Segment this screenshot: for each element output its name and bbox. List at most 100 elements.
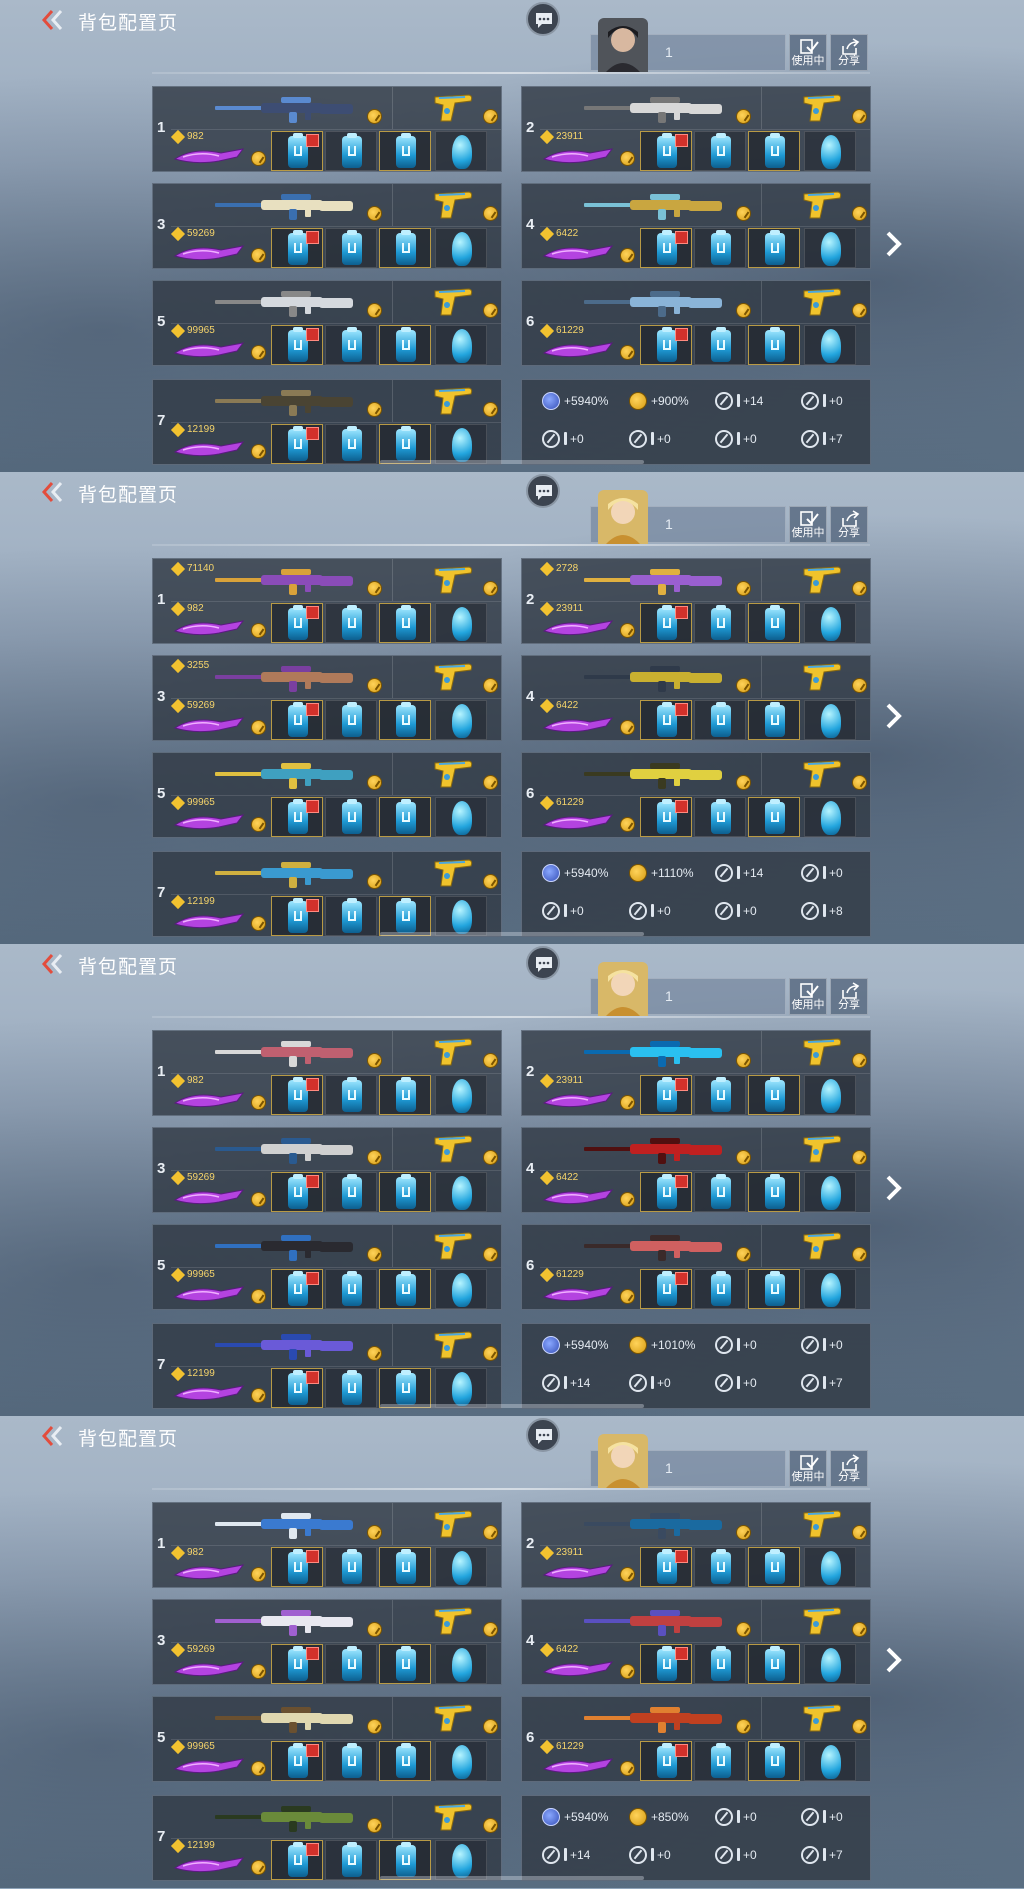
- item-slot-4[interactable]: [435, 1741, 487, 1781]
- primary-weapon[interactable]: [580, 1231, 730, 1263]
- item-slot-4[interactable]: [804, 797, 856, 837]
- item-slot-2[interactable]: [325, 228, 377, 268]
- item-slot-4[interactable]: [804, 1075, 856, 1115]
- item-slot-1[interactable]: [640, 1547, 692, 1587]
- item-slot-4[interactable]: [435, 896, 487, 936]
- item-slot-3[interactable]: [748, 1269, 800, 1309]
- primary-weapon[interactable]: [211, 287, 361, 319]
- item-slot-1[interactable]: [271, 1075, 323, 1115]
- item-slot-1[interactable]: [640, 1075, 692, 1115]
- primary-weapon[interactable]: [211, 1606, 361, 1638]
- item-slot-3[interactable]: [748, 1741, 800, 1781]
- secondary-weapon[interactable]: [800, 660, 844, 694]
- item-slot-2[interactable]: [325, 603, 377, 643]
- loadout-card-5[interactable]: 5 99965: [152, 280, 502, 366]
- secondary-weapon[interactable]: [800, 91, 844, 125]
- item-slot-3[interactable]: [379, 1741, 431, 1781]
- share-button[interactable]: 分享: [830, 506, 868, 543]
- item-slot-4[interactable]: [435, 700, 487, 740]
- item-slot-1[interactable]: [271, 797, 323, 837]
- melee-weapon[interactable]: [173, 910, 245, 932]
- chat-icon[interactable]: [526, 2, 560, 36]
- melee-weapon[interactable]: [173, 1854, 245, 1876]
- item-slot-4[interactable]: [804, 1741, 856, 1781]
- item-slot-3[interactable]: [748, 603, 800, 643]
- secondary-weapon[interactable]: [431, 660, 475, 694]
- item-slot-4[interactable]: [435, 424, 487, 464]
- melee-weapon[interactable]: [542, 714, 614, 736]
- item-slot-2[interactable]: [325, 1547, 377, 1587]
- item-slot-4[interactable]: [435, 325, 487, 365]
- item-slot-1[interactable]: [640, 131, 692, 171]
- item-slot-2[interactable]: [325, 797, 377, 837]
- secondary-weapon[interactable]: [800, 285, 844, 319]
- secondary-weapon[interactable]: [431, 1328, 475, 1362]
- melee-weapon[interactable]: [542, 1755, 614, 1777]
- item-slot-3[interactable]: [379, 228, 431, 268]
- melee-weapon[interactable]: [542, 811, 614, 833]
- item-slot-2[interactable]: [325, 1644, 377, 1684]
- item-slot-2[interactable]: [694, 1644, 746, 1684]
- in-use-button[interactable]: 使用中: [789, 978, 827, 1015]
- item-slot-2[interactable]: [325, 700, 377, 740]
- item-slot-1[interactable]: [640, 603, 692, 643]
- item-slot-1[interactable]: [271, 1547, 323, 1587]
- melee-weapon[interactable]: [173, 1283, 245, 1305]
- secondary-weapon[interactable]: [431, 1229, 475, 1263]
- item-slot-3[interactable]: [379, 1075, 431, 1115]
- item-slot-4[interactable]: [435, 1269, 487, 1309]
- item-slot-4[interactable]: [804, 228, 856, 268]
- item-slot-3[interactable]: [379, 325, 431, 365]
- loadout-card-3[interactable]: 3 59269: [152, 183, 502, 269]
- secondary-weapon[interactable]: [431, 188, 475, 222]
- item-slot-4[interactable]: [435, 1840, 487, 1880]
- loadout-card-3[interactable]: 3 59269: [152, 1599, 502, 1685]
- item-slot-2[interactable]: [325, 1840, 377, 1880]
- in-use-button[interactable]: 使用中: [789, 1450, 827, 1487]
- item-slot-3[interactable]: [748, 325, 800, 365]
- scrollbar[interactable]: [380, 460, 644, 464]
- loadout-card-1[interactable]: 1 982: [152, 1502, 502, 1588]
- item-slot-4[interactable]: [804, 325, 856, 365]
- item-slot-4[interactable]: [435, 797, 487, 837]
- secondary-weapon[interactable]: [800, 1701, 844, 1735]
- chat-icon[interactable]: [526, 946, 560, 980]
- item-slot-3[interactable]: [379, 896, 431, 936]
- item-slot-4[interactable]: [435, 1368, 487, 1408]
- item-slot-3[interactable]: [379, 700, 431, 740]
- primary-weapon[interactable]: [211, 759, 361, 791]
- secondary-weapon[interactable]: [431, 856, 475, 890]
- primary-weapon[interactable]: [211, 1703, 361, 1735]
- loadout-card-6[interactable]: 6 61229: [521, 280, 871, 366]
- item-slot-3[interactable]: [748, 228, 800, 268]
- melee-weapon[interactable]: [173, 714, 245, 736]
- loadout-card-4[interactable]: 4 6422: [521, 655, 871, 741]
- primary-weapon[interactable]: [211, 1509, 361, 1541]
- secondary-weapon[interactable]: [431, 285, 475, 319]
- item-slot-2[interactable]: [694, 1075, 746, 1115]
- item-slot-3[interactable]: [379, 424, 431, 464]
- scrollbar[interactable]: [380, 1404, 644, 1408]
- item-slot-4[interactable]: [804, 131, 856, 171]
- primary-weapon[interactable]: [580, 1509, 730, 1541]
- loadout-card-5[interactable]: 5 99965: [152, 1224, 502, 1310]
- item-slot-4[interactable]: [804, 1172, 856, 1212]
- secondary-weapon[interactable]: [431, 1800, 475, 1834]
- secondary-weapon[interactable]: [431, 384, 475, 418]
- primary-weapon[interactable]: [211, 1231, 361, 1263]
- melee-weapon[interactable]: [173, 1382, 245, 1404]
- item-slot-3[interactable]: [748, 1547, 800, 1587]
- item-slot-1[interactable]: [271, 228, 323, 268]
- primary-weapon[interactable]: [211, 1037, 361, 1069]
- melee-weapon[interactable]: [173, 617, 245, 639]
- loadout-card-7[interactable]: 7 12199: [152, 1323, 502, 1409]
- melee-weapon[interactable]: [173, 1561, 245, 1583]
- primary-weapon[interactable]: [211, 662, 361, 694]
- secondary-weapon[interactable]: [800, 1229, 844, 1263]
- secondary-weapon[interactable]: [431, 1132, 475, 1166]
- item-slot-3[interactable]: [379, 1547, 431, 1587]
- chat-icon[interactable]: [526, 1418, 560, 1452]
- secondary-weapon[interactable]: [431, 91, 475, 125]
- item-slot-4[interactable]: [804, 1644, 856, 1684]
- item-slot-1[interactable]: [271, 1172, 323, 1212]
